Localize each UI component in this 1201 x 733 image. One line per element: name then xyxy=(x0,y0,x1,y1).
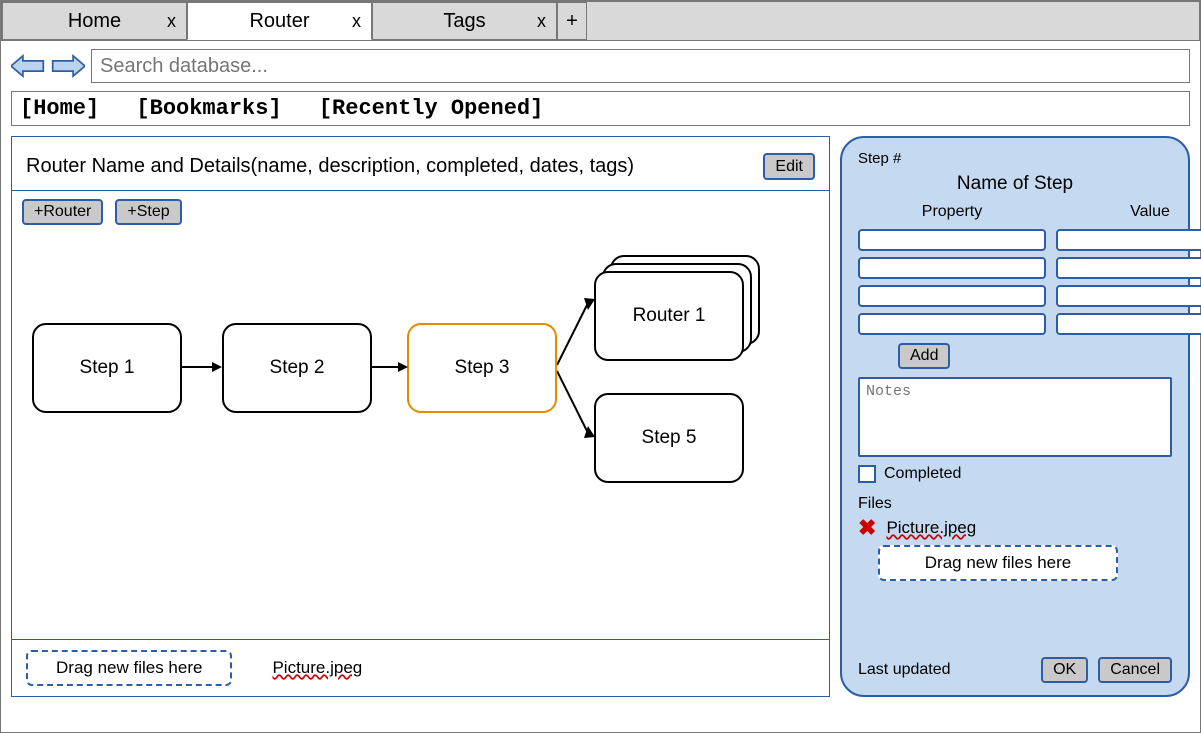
cancel-button[interactable]: Cancel xyxy=(1098,657,1172,683)
flow-canvas[interactable]: Step 1 Step 2 Step 3 Router 1 Step xyxy=(12,233,829,639)
property-table: Property Value xyxy=(858,203,1172,335)
forward-arrow-icon[interactable] xyxy=(51,54,85,78)
close-icon[interactable]: x xyxy=(537,11,546,32)
router-file-link[interactable]: Picture.jpeg xyxy=(272,658,362,678)
property-input[interactable] xyxy=(858,313,1046,335)
value-input[interactable] xyxy=(1056,257,1201,279)
step-footer: Last updated OK Cancel xyxy=(858,645,1172,683)
edge-step3-step5 xyxy=(557,363,597,443)
tab-label: Tags xyxy=(443,10,485,33)
breadcrumb-home[interactable]: [Home] xyxy=(20,96,99,121)
step-dropzone[interactable]: Drag new files here xyxy=(878,545,1118,581)
property-input[interactable] xyxy=(858,257,1046,279)
breadcrumb-bar: [Home] [Bookmarks] [Recently Opened] xyxy=(11,91,1190,126)
value-input[interactable] xyxy=(1056,313,1201,335)
step-number-label: Step # xyxy=(858,150,1172,167)
main-row: Router Name and Details(name, descriptio… xyxy=(1,136,1200,707)
last-updated-label: Last updated xyxy=(858,661,951,679)
tab-router[interactable]: Router x xyxy=(187,2,372,40)
value-column: Value xyxy=(1056,203,1201,335)
node-label: Step 5 xyxy=(642,427,697,449)
plus-icon: + xyxy=(566,10,578,33)
delete-file-icon[interactable]: ✖ xyxy=(858,517,876,539)
property-column: Property xyxy=(858,203,1046,335)
node-label: Step 3 xyxy=(455,357,510,379)
property-input[interactable] xyxy=(858,285,1046,307)
node-label: Router 1 xyxy=(633,305,706,327)
add-router-button[interactable]: +Router xyxy=(22,199,103,225)
breadcrumb-recent[interactable]: [Recently Opened] xyxy=(319,96,543,121)
add-property-button[interactable]: Add xyxy=(898,343,950,369)
node-step1[interactable]: Step 1 xyxy=(32,323,182,413)
edge-step2-step3 xyxy=(372,359,408,375)
notes-textarea[interactable] xyxy=(858,377,1172,457)
search-input[interactable] xyxy=(91,49,1190,83)
tab-bar: Home x Router x Tags x + xyxy=(1,1,1200,41)
breadcrumb-bookmarks[interactable]: [Bookmarks] xyxy=(136,96,281,121)
router-header: Router Name and Details(name, descriptio… xyxy=(12,137,829,191)
router-title: Router Name and Details(name, descriptio… xyxy=(26,153,753,180)
router-panel: Router Name and Details(name, descriptio… xyxy=(11,136,830,697)
value-header: Value xyxy=(1056,203,1201,221)
node-label: Step 2 xyxy=(270,357,325,379)
close-icon[interactable]: x xyxy=(167,11,176,32)
tab-home[interactable]: Home x xyxy=(2,2,187,40)
node-router1[interactable]: Router 1 xyxy=(594,271,744,361)
add-step-button[interactable]: +Step xyxy=(115,199,181,225)
value-input[interactable] xyxy=(1056,285,1201,307)
add-row: +Router +Step xyxy=(12,191,829,233)
tab-label: Home xyxy=(68,10,121,33)
step-title: Name of Step xyxy=(858,173,1172,195)
nav-row xyxy=(1,41,1200,91)
edge-step1-step2 xyxy=(182,359,222,375)
completed-row[interactable]: Completed xyxy=(858,465,1172,483)
step-file-link[interactable]: Picture.jpeg xyxy=(886,518,976,538)
node-step3[interactable]: Step 3 xyxy=(407,323,557,413)
tab-tags[interactable]: Tags x xyxy=(372,2,557,40)
node-step5[interactable]: Step 5 xyxy=(594,393,744,483)
node-step2[interactable]: Step 2 xyxy=(222,323,372,413)
tab-label: Router xyxy=(249,10,309,33)
property-header: Property xyxy=(858,203,1046,221)
file-row: ✖ Picture.jpeg xyxy=(858,517,1172,539)
ok-button[interactable]: OK xyxy=(1041,657,1088,683)
app-window: Home x Router x Tags x + [Home] [Bookmar… xyxy=(0,0,1201,733)
add-tab-button[interactable]: + xyxy=(557,2,587,40)
back-arrow-icon[interactable] xyxy=(11,54,45,78)
value-input[interactable] xyxy=(1056,229,1201,251)
property-input[interactable] xyxy=(858,229,1046,251)
node-label: Step 1 xyxy=(80,357,135,379)
edge-step3-router1 xyxy=(557,293,597,373)
completed-checkbox[interactable] xyxy=(858,465,876,483)
router-dropzone[interactable]: Drag new files here xyxy=(26,650,232,686)
router-footer: Drag new files here Picture.jpeg xyxy=(12,639,829,696)
edit-button[interactable]: Edit xyxy=(763,153,815,180)
step-detail-panel: Step # Name of Step Property Value xyxy=(840,136,1190,697)
close-icon[interactable]: x xyxy=(352,11,361,32)
files-heading: Files xyxy=(858,495,1172,513)
completed-label: Completed xyxy=(884,465,961,483)
